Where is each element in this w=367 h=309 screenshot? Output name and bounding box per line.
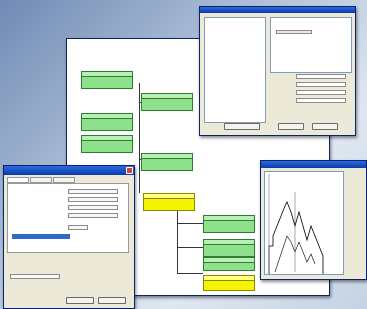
tree-action-button[interactable] [224, 123, 260, 130]
flow-node[interactable] [141, 153, 193, 171]
property-field[interactable] [296, 98, 346, 103]
name-field[interactable] [276, 30, 312, 34]
connector-line [177, 273, 203, 274]
dialog-window [3, 165, 135, 309]
monitor-titlebar[interactable] [261, 161, 366, 168]
dialog-titlebar[interactable] [4, 166, 134, 175]
properties-window [199, 6, 356, 136]
flow-node[interactable] [81, 113, 133, 131]
row-field[interactable] [68, 189, 118, 194]
waveform-panel[interactable] [264, 171, 344, 275]
selected-row[interactable] [12, 234, 70, 239]
flow-node[interactable] [203, 215, 255, 233]
ok-button[interactable] [278, 123, 304, 130]
waveform-graphic [268, 174, 324, 274]
monitor-window [260, 160, 367, 280]
row-field[interactable] [68, 225, 88, 230]
row-field[interactable] [68, 213, 118, 218]
row-field[interactable] [68, 197, 118, 202]
properties-titlebar[interactable] [200, 7, 355, 13]
property-field[interactable] [296, 90, 346, 95]
flow-node[interactable] [81, 135, 133, 153]
flow-node-highlighted[interactable] [143, 193, 195, 211]
cancel-button[interactable] [98, 297, 126, 304]
flow-node[interactable] [81, 71, 133, 89]
edit-area[interactable] [270, 17, 352, 73]
connector-line [177, 203, 178, 273]
connector-line [177, 247, 203, 248]
property-field[interactable] [296, 82, 346, 87]
connector-line [177, 223, 203, 224]
tab-panel [7, 183, 129, 253]
row-field[interactable] [68, 205, 118, 210]
flow-node[interactable] [141, 93, 193, 111]
flow-node[interactable] [203, 239, 255, 257]
ok-button[interactable] [66, 297, 94, 304]
footer-field[interactable] [10, 274, 60, 279]
tree-panel[interactable] [204, 17, 266, 123]
flow-node[interactable] [203, 257, 255, 271]
close-icon[interactable] [126, 167, 133, 174]
flow-node-highlighted[interactable] [203, 275, 255, 291]
cancel-button[interactable] [312, 123, 338, 130]
property-field[interactable] [296, 74, 346, 79]
monitor-scrollbar[interactable] [345, 171, 363, 275]
connector-line [139, 83, 140, 193]
